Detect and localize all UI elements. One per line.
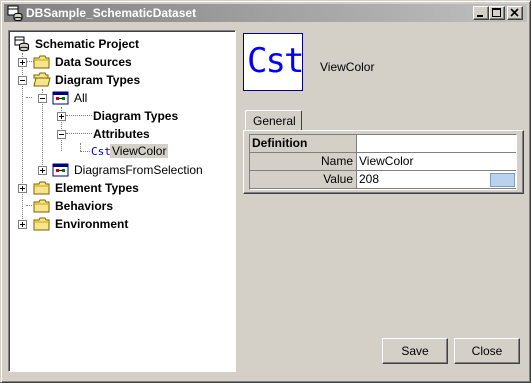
tree-item-viewcolor[interactable]: Cst ViewColor [89, 143, 229, 161]
folder-icon [33, 55, 50, 69]
tree-label: ViewColor [110, 144, 169, 158]
selected-item-name: ViewColor [320, 60, 375, 74]
close-label: Close [471, 344, 503, 358]
minimize-icon [477, 15, 483, 17]
close-window-button[interactable] [507, 6, 523, 20]
tree-item-behaviors[interactable]: Behaviors [17, 197, 217, 215]
tab-label: General [253, 114, 296, 128]
constant-large-icon-text: Cst [247, 41, 304, 81]
name-property-label: Name [250, 153, 357, 171]
project-database-icon [14, 36, 29, 52]
tree-item-attributes[interactable]: Attributes [56, 125, 226, 143]
collapse-icon[interactable] [18, 76, 27, 85]
tree-line [26, 97, 32, 99]
tree-label: Element Types [55, 181, 139, 195]
maximize-button[interactable] [489, 6, 505, 20]
expand-icon[interactable] [18, 184, 27, 193]
tree-item-all-diagram-types[interactable]: Diagram Types [56, 107, 226, 125]
value-label: Value [323, 172, 353, 186]
tree-label: Diagram Types [55, 73, 141, 87]
maximize-icon [492, 8, 501, 17]
tree-item-environment[interactable]: Environment [17, 215, 217, 233]
folder-icon [33, 199, 50, 213]
folder-icon [33, 217, 50, 231]
tree-item-diagrams-from-selection[interactable]: DiagramsFromSelection [37, 161, 227, 179]
tree-label: Attributes [93, 127, 150, 141]
constant-icon: Cst [91, 145, 111, 158]
close-button[interactable]: Close [454, 338, 520, 364]
section-header-value [357, 135, 516, 153]
schematic-dataset-window: DBSample_SchematicDataset Schematic Proj… [0, 0, 531, 383]
section-label: Definition [252, 136, 308, 150]
color-swatch-button[interactable] [490, 173, 515, 187]
diagram-type-icon [52, 163, 69, 177]
collapse-icon[interactable] [38, 94, 47, 103]
tree-item-diagram-types[interactable]: Diagram Types [17, 71, 217, 89]
save-button[interactable]: Save [382, 338, 448, 364]
name-property-value[interactable]: ViewColor [357, 153, 516, 171]
expand-icon[interactable] [18, 58, 27, 67]
tree-label: DiagramsFromSelection [74, 163, 203, 177]
open-folder-icon [33, 72, 51, 87]
minimize-button[interactable] [473, 6, 489, 20]
collapse-icon[interactable] [57, 130, 66, 139]
tree-label: Data Sources [55, 55, 132, 69]
folder-icon [33, 181, 50, 195]
tree-label: Behaviors [55, 199, 114, 213]
property-grid: Definition Name ViewColor Value 208 [249, 134, 517, 190]
expand-icon[interactable] [18, 220, 27, 229]
window-title: DBSample_SchematicDataset [26, 6, 197, 20]
name-value: ViewColor [359, 154, 414, 168]
schematic-tree[interactable]: Schematic Project Data Sources Diagram T… [8, 30, 236, 372]
value-value: 208 [359, 172, 380, 186]
expand-icon[interactable] [57, 112, 66, 121]
constant-large-icon: Cst [243, 33, 304, 91]
tree-line [80, 143, 82, 151]
tree-item-schematic-project[interactable]: Schematic Project [13, 35, 213, 53]
save-label: Save [401, 344, 429, 358]
tree-item-data-sources[interactable]: Data Sources [17, 53, 217, 71]
database-icon [7, 5, 23, 21]
expand-icon[interactable] [38, 166, 47, 175]
value-property-label: Value [250, 171, 357, 189]
tab-general[interactable]: General [245, 110, 302, 131]
close-icon [510, 8, 519, 17]
tree-label: Diagram Types [93, 109, 179, 123]
tree-label: All [74, 91, 88, 105]
section-header: Definition [250, 135, 357, 153]
tree-label: Environment [55, 217, 129, 231]
diagram-type-icon [52, 91, 69, 105]
title-bar[interactable]: DBSample_SchematicDataset [4, 4, 527, 22]
tree-item-all[interactable]: All [37, 89, 217, 107]
tree-label: Schematic Project [35, 37, 140, 51]
name-label: Name [320, 154, 353, 168]
tree-item-element-types[interactable]: Element Types [17, 179, 217, 197]
